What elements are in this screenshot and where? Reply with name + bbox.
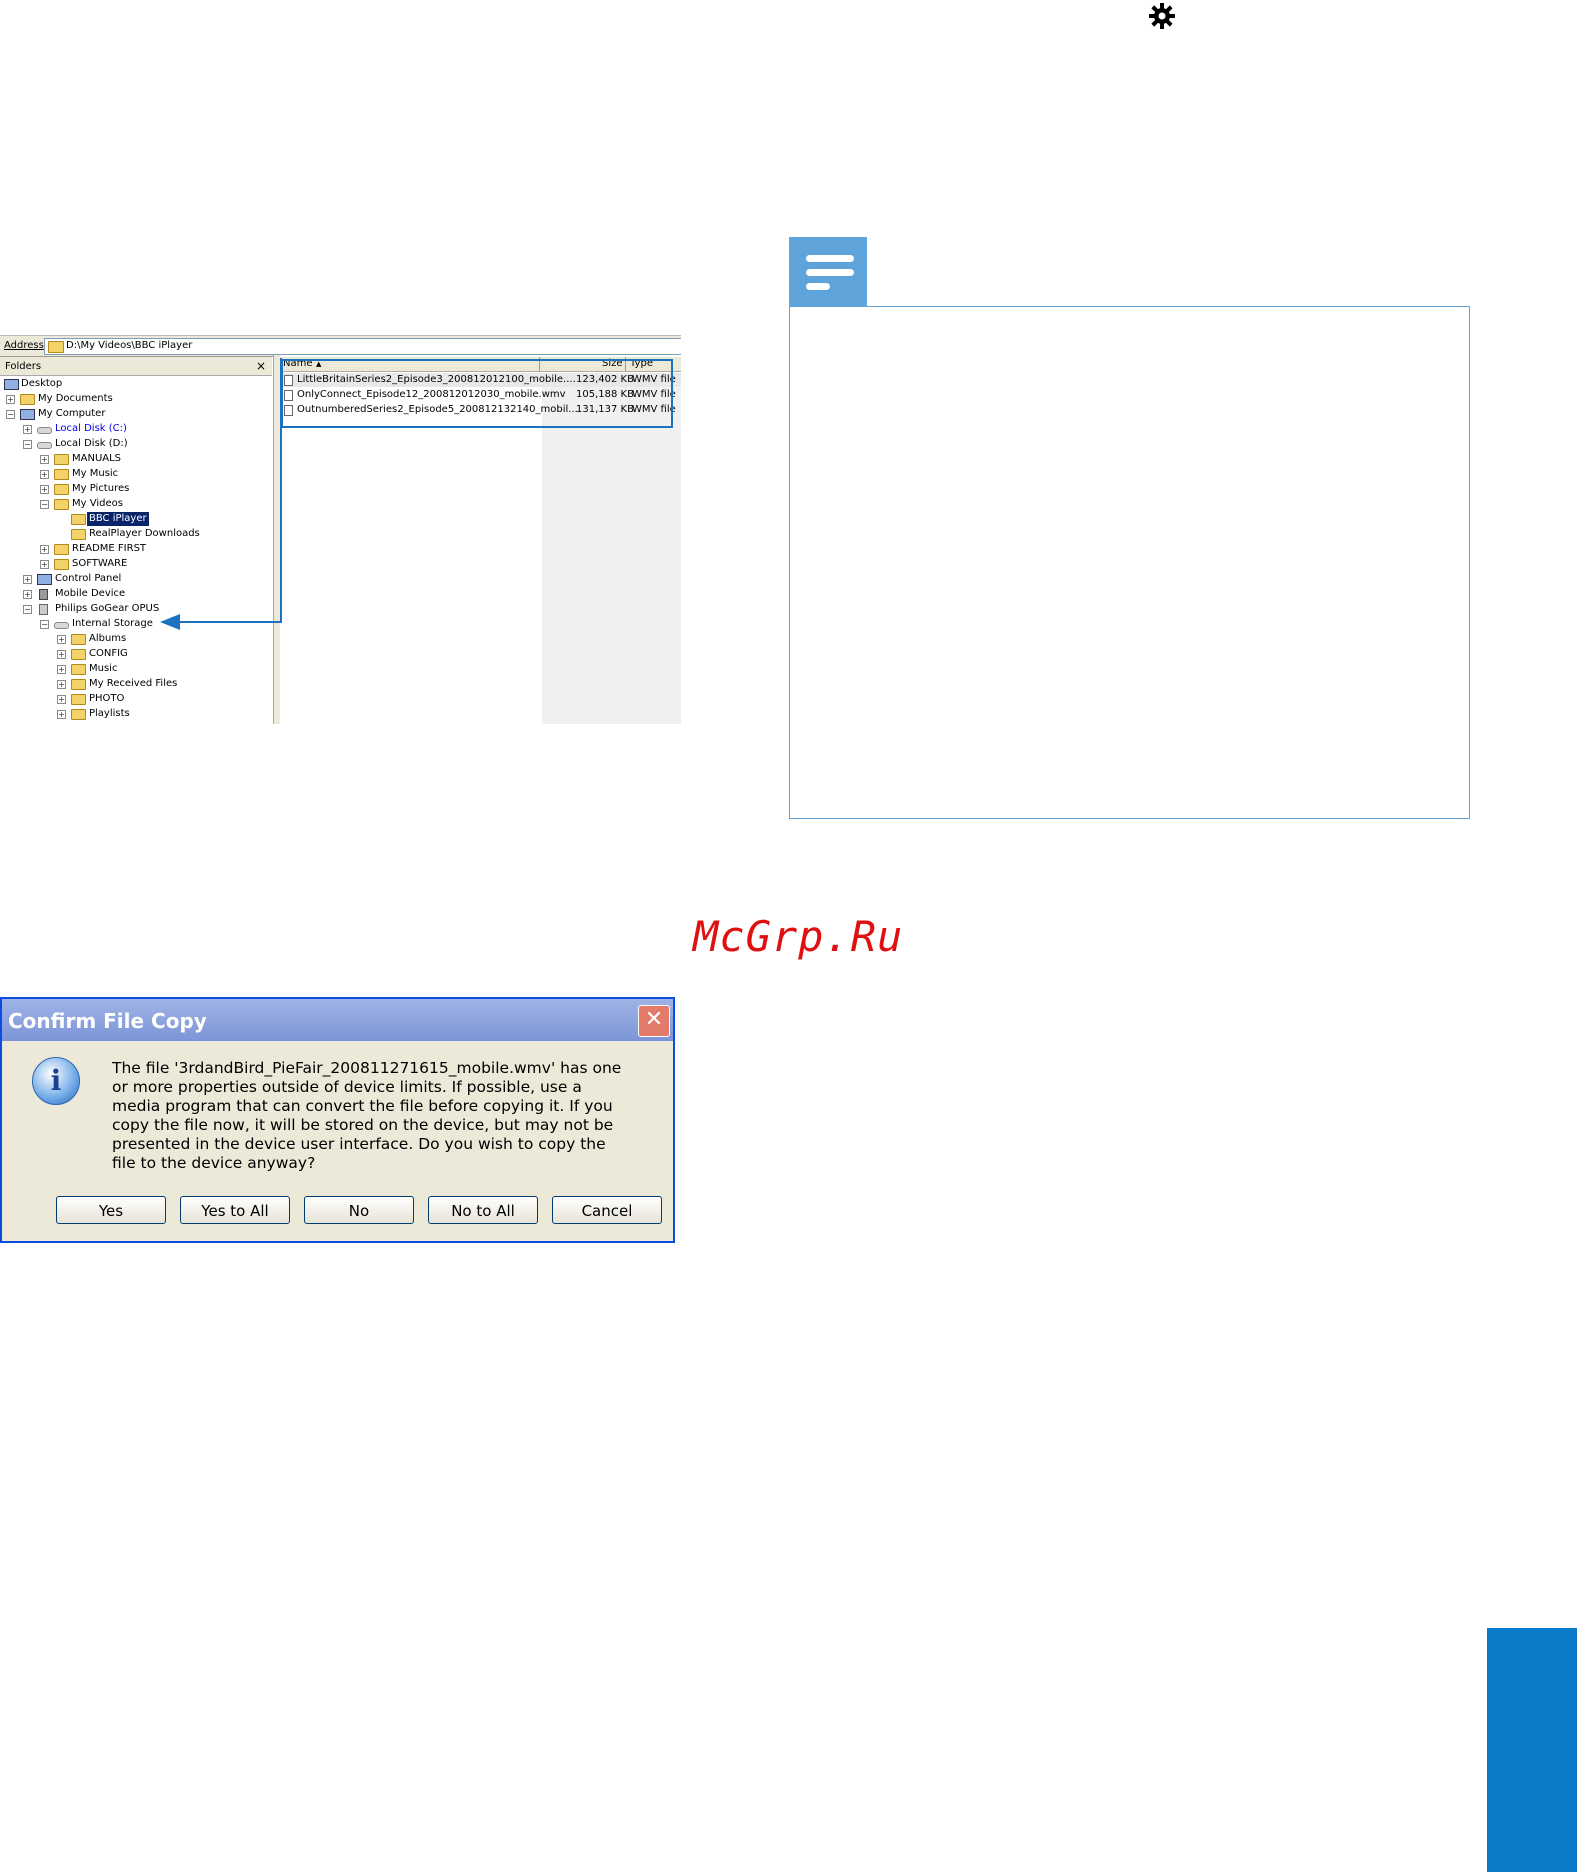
address-bar: Address D:\My Videos\BBC iPlayer (0, 335, 681, 357)
tree-item-label: CONFIG (89, 648, 128, 659)
expand-icon[interactable]: + (57, 650, 66, 659)
folder-icon (48, 341, 64, 353)
tree-item-label: RealPlayer Downloads (89, 528, 200, 539)
collapse-icon[interactable]: − (40, 620, 49, 629)
desktop-icon (4, 379, 19, 390)
tree-item-label: Local Disk (C:) (55, 423, 127, 434)
folder-icon (20, 394, 35, 405)
expand-icon[interactable]: + (57, 695, 66, 704)
expand-icon[interactable]: + (57, 680, 66, 689)
tree-item-label: Control Panel (55, 573, 122, 584)
collapse-icon[interactable]: − (23, 605, 32, 614)
expand-icon[interactable]: + (40, 455, 49, 464)
close-icon[interactable]: × (256, 359, 266, 373)
yes-button[interactable]: Yes (56, 1196, 166, 1224)
address-label: Address (4, 340, 44, 351)
drive-icon (37, 427, 52, 434)
tree-item-label: My Videos (72, 498, 123, 509)
folder-icon (71, 664, 86, 675)
expand-icon[interactable]: + (57, 635, 66, 644)
files-pane-empty-area (542, 385, 681, 724)
info-icon: i (32, 1057, 80, 1105)
tree-item-label: MANUALS (72, 453, 122, 464)
collapse-icon[interactable]: − (23, 440, 32, 449)
collapse-icon[interactable]: − (6, 410, 15, 419)
dialog-title-bar[interactable]: Confirm File Copy ✕ (2, 999, 673, 1041)
dialog-title: Confirm File Copy (8, 1009, 207, 1033)
folder-icon (54, 484, 69, 495)
expand-icon[interactable]: + (23, 590, 32, 599)
note-icon (789, 237, 867, 306)
tree-item-label: My Music (72, 468, 119, 479)
computer-icon (20, 409, 35, 420)
expand-icon[interactable]: + (23, 575, 32, 584)
folder-icon (54, 544, 69, 555)
tree-item-label: My Computer (38, 408, 106, 419)
folder-icon (71, 649, 86, 660)
tree-item-label: Philips GoGear OPUS (55, 603, 160, 614)
tree-item-label: Local Disk (D:) (55, 438, 128, 449)
folder-icon (71, 514, 86, 525)
tree-item-label: SOFTWARE (72, 558, 128, 569)
tree-item-label: My Received Files (89, 678, 178, 689)
gear-icon (1149, 3, 1175, 29)
folder-icon (71, 694, 86, 705)
tree-item-label: README FIRST (72, 543, 147, 554)
side-tab (1487, 1628, 1577, 1872)
selected-files-highlight (281, 359, 673, 428)
tree-item-label: BBC iPlayer (87, 512, 149, 526)
folder-icon (71, 529, 86, 540)
folder-icon (54, 454, 69, 465)
expand-icon[interactable]: + (57, 665, 66, 674)
folder-icon (71, 679, 86, 690)
player-icon (39, 604, 48, 615)
tree-item-label: Music (89, 663, 118, 674)
tree-item-label: PHOTO (89, 693, 125, 704)
control-panel-icon (37, 574, 52, 585)
folders-title: Folders (5, 361, 42, 372)
no-button[interactable]: No (304, 1196, 414, 1224)
expand-icon[interactable]: + (57, 710, 66, 719)
explorer-screenshot: Address D:\My Videos\BBC iPlayer Folders… (0, 335, 681, 724)
expand-icon[interactable]: + (40, 470, 49, 479)
folders-header: Folders × (0, 357, 272, 376)
drag-arrow-line (178, 621, 282, 623)
expand-icon[interactable]: + (40, 545, 49, 554)
expand-icon[interactable]: + (40, 485, 49, 494)
expand-icon[interactable]: + (23, 425, 32, 434)
expand-icon[interactable]: + (40, 560, 49, 569)
no-to-all-button[interactable]: No to All (428, 1196, 538, 1224)
note-box (789, 306, 1470, 819)
arrow-left-icon (160, 614, 180, 630)
address-input[interactable]: D:\My Videos\BBC iPlayer (44, 338, 681, 355)
folder-icon (54, 469, 69, 480)
close-icon[interactable]: ✕ (638, 1005, 670, 1037)
drive-icon (37, 442, 52, 449)
watermark: McGrp.Ru (693, 912, 904, 961)
tree-item-label: Playlists (89, 708, 130, 719)
folder-icon (71, 709, 86, 720)
tree-item-label: My Documents (38, 393, 113, 404)
tree-item-label: Desktop (21, 378, 63, 389)
cancel-button[interactable]: Cancel (552, 1196, 662, 1224)
folder-icon (54, 499, 69, 510)
folder-icon (54, 559, 69, 570)
tree-item-label: Mobile Device (55, 588, 126, 599)
folder-icon (71, 634, 86, 645)
tree-item-label: Internal Storage (72, 618, 153, 629)
tree-item-label: Albums (89, 633, 127, 644)
yes-to-all-button[interactable]: Yes to All (180, 1196, 290, 1224)
drag-arrow-line (280, 358, 282, 623)
collapse-icon[interactable]: − (40, 500, 49, 509)
address-value: D:\My Videos\BBC iPlayer (66, 340, 193, 351)
mobile-device-icon (39, 589, 48, 600)
dialog-message: The file '3rdandBird_PieFair_20081127161… (112, 1059, 622, 1172)
expand-icon[interactable]: + (6, 395, 15, 404)
drive-icon (54, 622, 69, 629)
confirm-file-copy-dialog: Confirm File Copy ✕ i The file '3rdandBi… (0, 997, 675, 1243)
tree-item-label: My Pictures (72, 483, 130, 494)
